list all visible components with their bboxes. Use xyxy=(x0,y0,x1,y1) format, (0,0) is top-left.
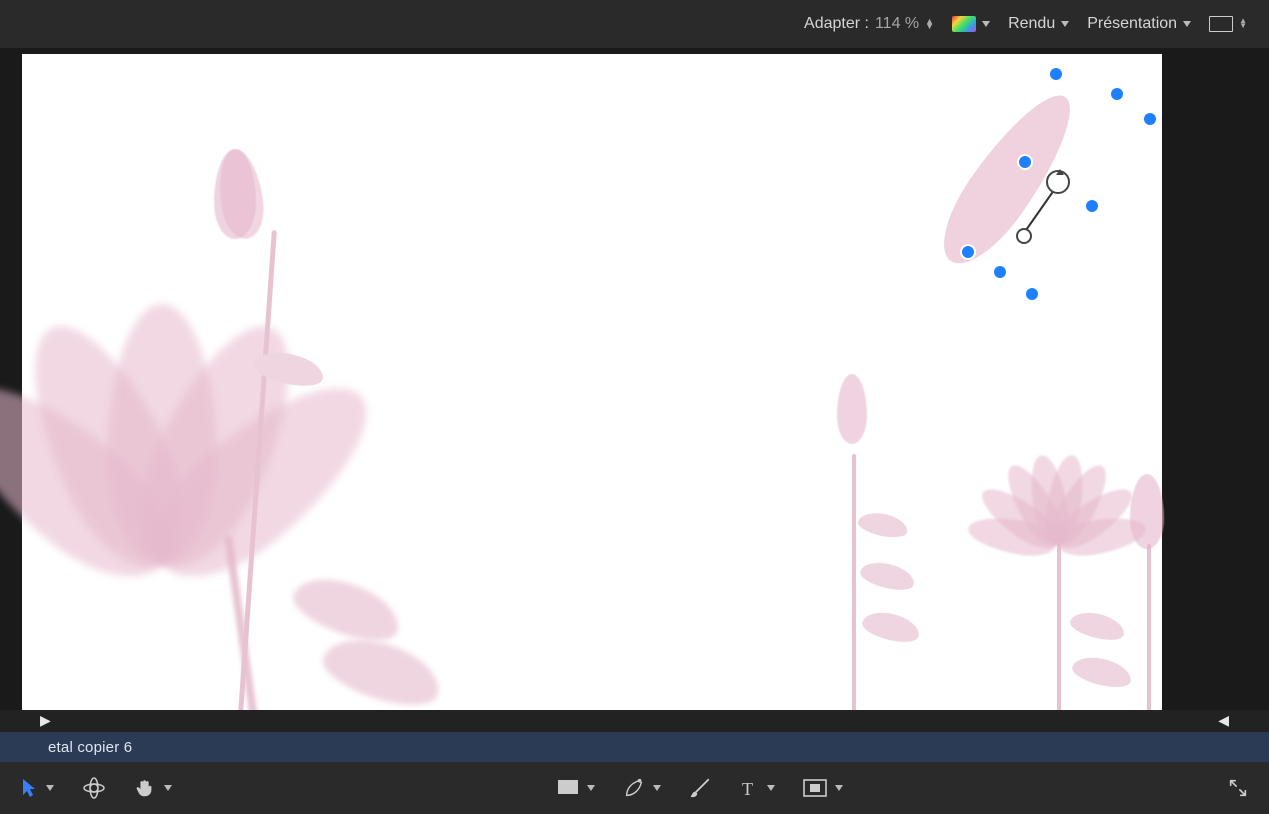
flower-leaf xyxy=(856,509,909,541)
color-channels-icon xyxy=(952,16,976,32)
3d-transform-tool[interactable] xyxy=(82,776,106,800)
render-dropdown[interactable]: Rendu xyxy=(1008,15,1069,33)
render-label: Rendu xyxy=(1008,15,1055,33)
pen-tool[interactable] xyxy=(623,777,661,799)
bottom-toolbar: T xyxy=(0,762,1269,814)
zoom-stepper-icon[interactable]: ▲▼ xyxy=(925,19,934,30)
transform-handle[interactable] xyxy=(1142,111,1158,127)
flower-stem xyxy=(1147,544,1151,710)
top-toolbar: Adapter : 114 % ▲▼ Rendu Présentation ▲▼ xyxy=(0,0,1269,48)
chevron-down-icon xyxy=(1183,21,1191,27)
chevron-down-icon xyxy=(982,21,990,27)
hand-pan-icon xyxy=(134,777,156,799)
canvas-area[interactable] xyxy=(0,48,1269,710)
flower-stem xyxy=(1057,544,1061,710)
zoom-label: Adapter : xyxy=(804,15,869,33)
brush-tool-icon xyxy=(689,777,711,799)
rotation-handle-icon[interactable] xyxy=(1046,170,1070,194)
pen-tool-icon xyxy=(623,777,645,799)
chevron-down-icon xyxy=(1061,21,1069,27)
mini-timeline-layer[interactable]: etal copier 6 xyxy=(0,732,1269,762)
flower-stem xyxy=(852,454,856,710)
orbit-3d-icon xyxy=(82,776,106,800)
chevron-down-icon xyxy=(587,785,595,791)
transform-handle[interactable] xyxy=(1048,66,1064,82)
out-point-icon[interactable]: ◀ xyxy=(1218,712,1229,729)
transform-handle[interactable] xyxy=(1024,286,1040,302)
flower-leaf xyxy=(1068,608,1127,645)
transform-handle[interactable] xyxy=(992,264,1008,280)
shape-tool[interactable] xyxy=(557,779,595,797)
svg-text:T: T xyxy=(742,779,753,798)
chevron-down-icon xyxy=(835,785,843,791)
text-tool-icon: T xyxy=(739,778,759,798)
flower-bud xyxy=(1130,474,1164,549)
color-channels-dropdown[interactable] xyxy=(952,16,990,32)
presentation-label: Présentation xyxy=(1087,15,1177,33)
flower-leaf xyxy=(1070,652,1135,692)
fullscreen-toggle[interactable] xyxy=(1227,777,1249,799)
flower-leaf xyxy=(860,607,923,646)
flower-bud xyxy=(837,374,867,444)
flower-leaf xyxy=(858,558,917,595)
text-tool[interactable]: T xyxy=(739,778,775,798)
expand-fullscreen-icon xyxy=(1227,777,1249,799)
layer-name-label: etal copier 6 xyxy=(48,739,132,756)
aspect-stepper-icon: ▲▼ xyxy=(1239,19,1247,29)
arrow-cursor-icon xyxy=(20,777,38,799)
select-tool[interactable] xyxy=(20,777,54,799)
chevron-down-icon xyxy=(767,785,775,791)
flower-leaf xyxy=(287,567,407,652)
zoom-value: 114 % xyxy=(875,15,919,33)
anchor-point[interactable] xyxy=(1016,228,1032,244)
rectangle-tool-icon xyxy=(557,779,579,797)
transform-handle[interactable] xyxy=(960,244,976,260)
transform-handle[interactable] xyxy=(1109,86,1125,102)
transform-handle[interactable] xyxy=(1084,198,1100,214)
in-point-icon[interactable]: ▶ xyxy=(40,712,51,729)
aspect-ratio-icon xyxy=(1209,16,1233,32)
mask-tool-icon xyxy=(803,779,827,797)
transform-handle[interactable] xyxy=(1017,154,1033,170)
brush-tool[interactable] xyxy=(689,777,711,799)
chevron-down-icon xyxy=(653,785,661,791)
canvas[interactable] xyxy=(22,54,1162,710)
presentation-dropdown[interactable]: Présentation xyxy=(1087,15,1191,33)
chevron-down-icon xyxy=(46,785,54,791)
mask-tool[interactable] xyxy=(803,779,843,797)
pan-tool[interactable] xyxy=(134,777,172,799)
chevron-down-icon xyxy=(164,785,172,791)
aspect-ratio-dropdown[interactable]: ▲▼ xyxy=(1209,16,1247,32)
timeline-ruler[interactable]: ▶ ◀ xyxy=(0,710,1269,732)
zoom-control[interactable]: Adapter : 114 % ▲▼ xyxy=(804,15,934,33)
